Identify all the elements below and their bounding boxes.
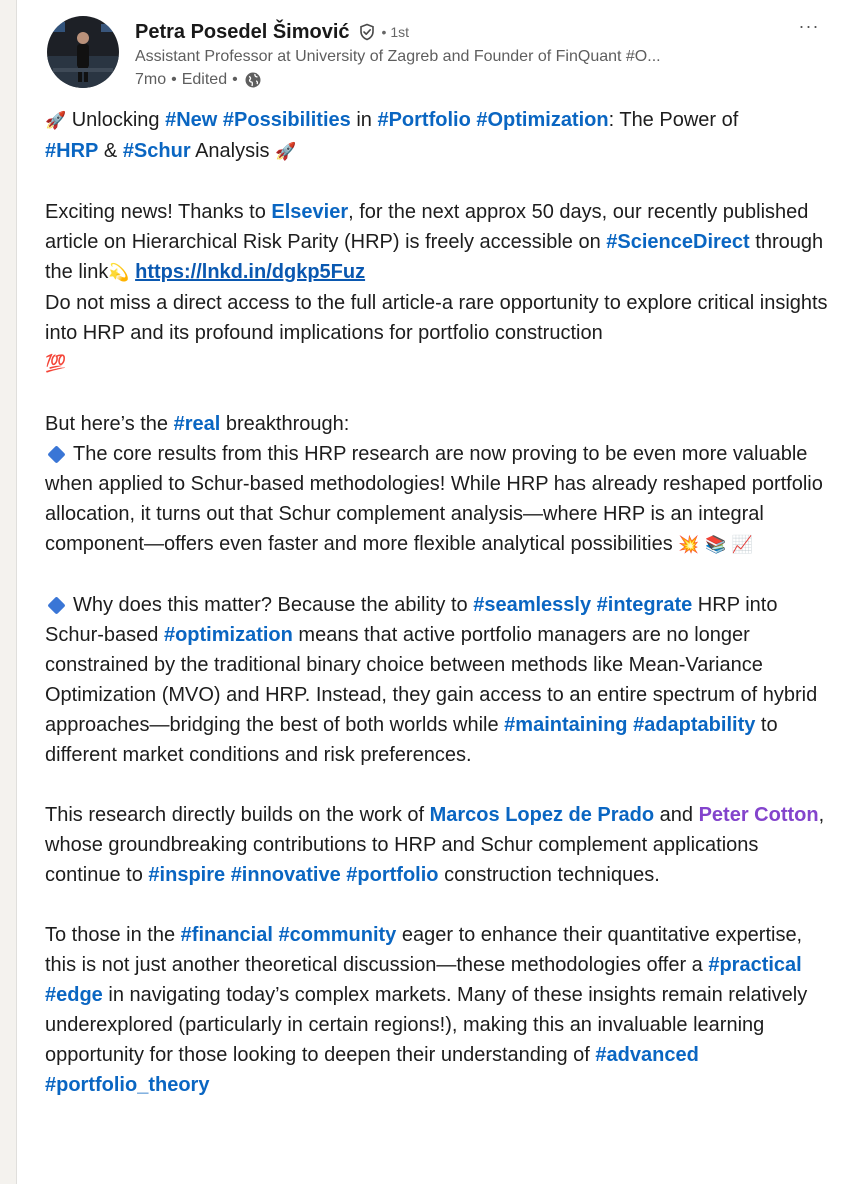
paragraph-why: Why does this matter? Because the abilit… bbox=[45, 590, 835, 770]
text: in bbox=[350, 109, 378, 131]
mention-elsevier[interactable]: Elsevier bbox=[271, 201, 348, 223]
hashtag[interactable]: #advanced bbox=[595, 1044, 698, 1066]
avatar[interactable] bbox=[47, 16, 119, 88]
chart-increasing-icon: 📈 bbox=[731, 535, 753, 555]
author-name[interactable]: Petra Posedel Šimović bbox=[135, 21, 350, 44]
hashtag[interactable]: #HRP bbox=[45, 140, 98, 162]
paragraph-breakthrough: But here’s the #real breakthrough: The co… bbox=[45, 409, 835, 560]
meta-separator: • bbox=[171, 71, 177, 88]
mention-marcos-lopez-de-prado[interactable]: Marcos Lopez de Prado bbox=[430, 804, 655, 826]
text: Why does this matter? Because the abilit… bbox=[73, 594, 474, 616]
edited-label: Edited bbox=[181, 71, 228, 88]
author-row: Petra Posedel Šimović • 1st bbox=[135, 18, 409, 46]
paragraph-builds-on: This research directly builds on the wor… bbox=[45, 800, 835, 890]
hashtag[interactable]: #real bbox=[174, 413, 221, 435]
text: Unlocking bbox=[66, 109, 166, 131]
text: & bbox=[98, 140, 123, 162]
blue-diamond-icon bbox=[47, 445, 66, 464]
article-link[interactable]: https://lnkd.in/dgkp5Fuz bbox=[135, 261, 365, 283]
post-body: 🚀 Unlocking #New #Possibilities in #Port… bbox=[45, 105, 835, 1100]
text: But here’s the bbox=[45, 413, 174, 435]
hashtag[interactable]: #financial bbox=[181, 924, 273, 946]
text: construction techniques. bbox=[438, 864, 660, 886]
hashtag[interactable]: #seamlessly bbox=[473, 594, 591, 616]
text: Analysis bbox=[190, 140, 276, 162]
text: breakthrough: bbox=[220, 413, 350, 435]
rocket-icon: 🚀 bbox=[275, 142, 297, 162]
globe-icon bbox=[244, 71, 262, 89]
hashtag[interactable]: #optimization bbox=[164, 624, 293, 646]
text: : The Power of bbox=[608, 109, 739, 131]
hashtag[interactable]: #portfolio bbox=[346, 864, 438, 886]
hashtag[interactable]: #maintaining bbox=[504, 714, 627, 736]
hashtag[interactable]: #Portfolio bbox=[377, 109, 470, 131]
text: To those in the bbox=[45, 924, 181, 946]
hashtag[interactable]: #practical bbox=[708, 954, 801, 976]
collision-icon: 💥 bbox=[678, 535, 700, 555]
verified-shield-icon bbox=[358, 23, 376, 41]
rocket-icon: 🚀 bbox=[45, 111, 67, 131]
paragraph-intro: 🚀 Unlocking #New #Possibilities in #Port… bbox=[45, 105, 835, 167]
text: Do not miss a direct access to the full … bbox=[45, 292, 828, 344]
text: Exciting news! Thanks to bbox=[45, 201, 272, 223]
mention-peter-cotton[interactable]: Peter Cotton bbox=[699, 804, 819, 826]
hashtag[interactable]: #edge bbox=[45, 984, 103, 1006]
books-icon: 📚 bbox=[705, 535, 727, 555]
hashtag[interactable]: #Possibilities bbox=[223, 109, 351, 131]
post-card: Petra Posedel Šimović • 1st Assistant Pr… bbox=[16, 0, 842, 1184]
post-meta: 7mo • Edited • bbox=[135, 71, 262, 89]
text: and bbox=[654, 804, 699, 826]
hashtag[interactable]: #portfolio_theory bbox=[45, 1074, 209, 1096]
hashtag[interactable]: #New bbox=[165, 109, 217, 131]
hashtag[interactable]: #community bbox=[278, 924, 396, 946]
hundred-points-icon: 💯 bbox=[45, 354, 67, 374]
dizzy-icon: 💫 bbox=[108, 263, 130, 283]
meta-separator: • bbox=[232, 71, 238, 88]
hashtag[interactable]: #Optimization bbox=[476, 109, 608, 131]
text: This research directly builds on the wor… bbox=[45, 804, 430, 826]
hashtag[interactable]: #integrate bbox=[597, 594, 693, 616]
blue-diamond-icon bbox=[47, 596, 66, 615]
hashtag[interactable]: #adaptability bbox=[633, 714, 755, 736]
paragraph-community: To those in the #financial #community ea… bbox=[45, 920, 835, 1100]
paragraph-news: Exciting news! Thanks to Elsevier, for t… bbox=[45, 197, 835, 379]
author-headline: Assistant Professor at University of Zag… bbox=[135, 48, 661, 65]
hashtag[interactable]: #inspire bbox=[148, 864, 225, 886]
hashtag[interactable]: #innovative bbox=[231, 864, 341, 886]
connection-degree: • 1st bbox=[381, 24, 410, 40]
more-horizontal-icon[interactable]: ··· bbox=[793, 14, 825, 38]
hashtag[interactable]: #Schur bbox=[123, 140, 191, 162]
hashtag[interactable]: #ScienceDirect bbox=[606, 231, 749, 253]
post-time: 7mo bbox=[135, 71, 167, 88]
